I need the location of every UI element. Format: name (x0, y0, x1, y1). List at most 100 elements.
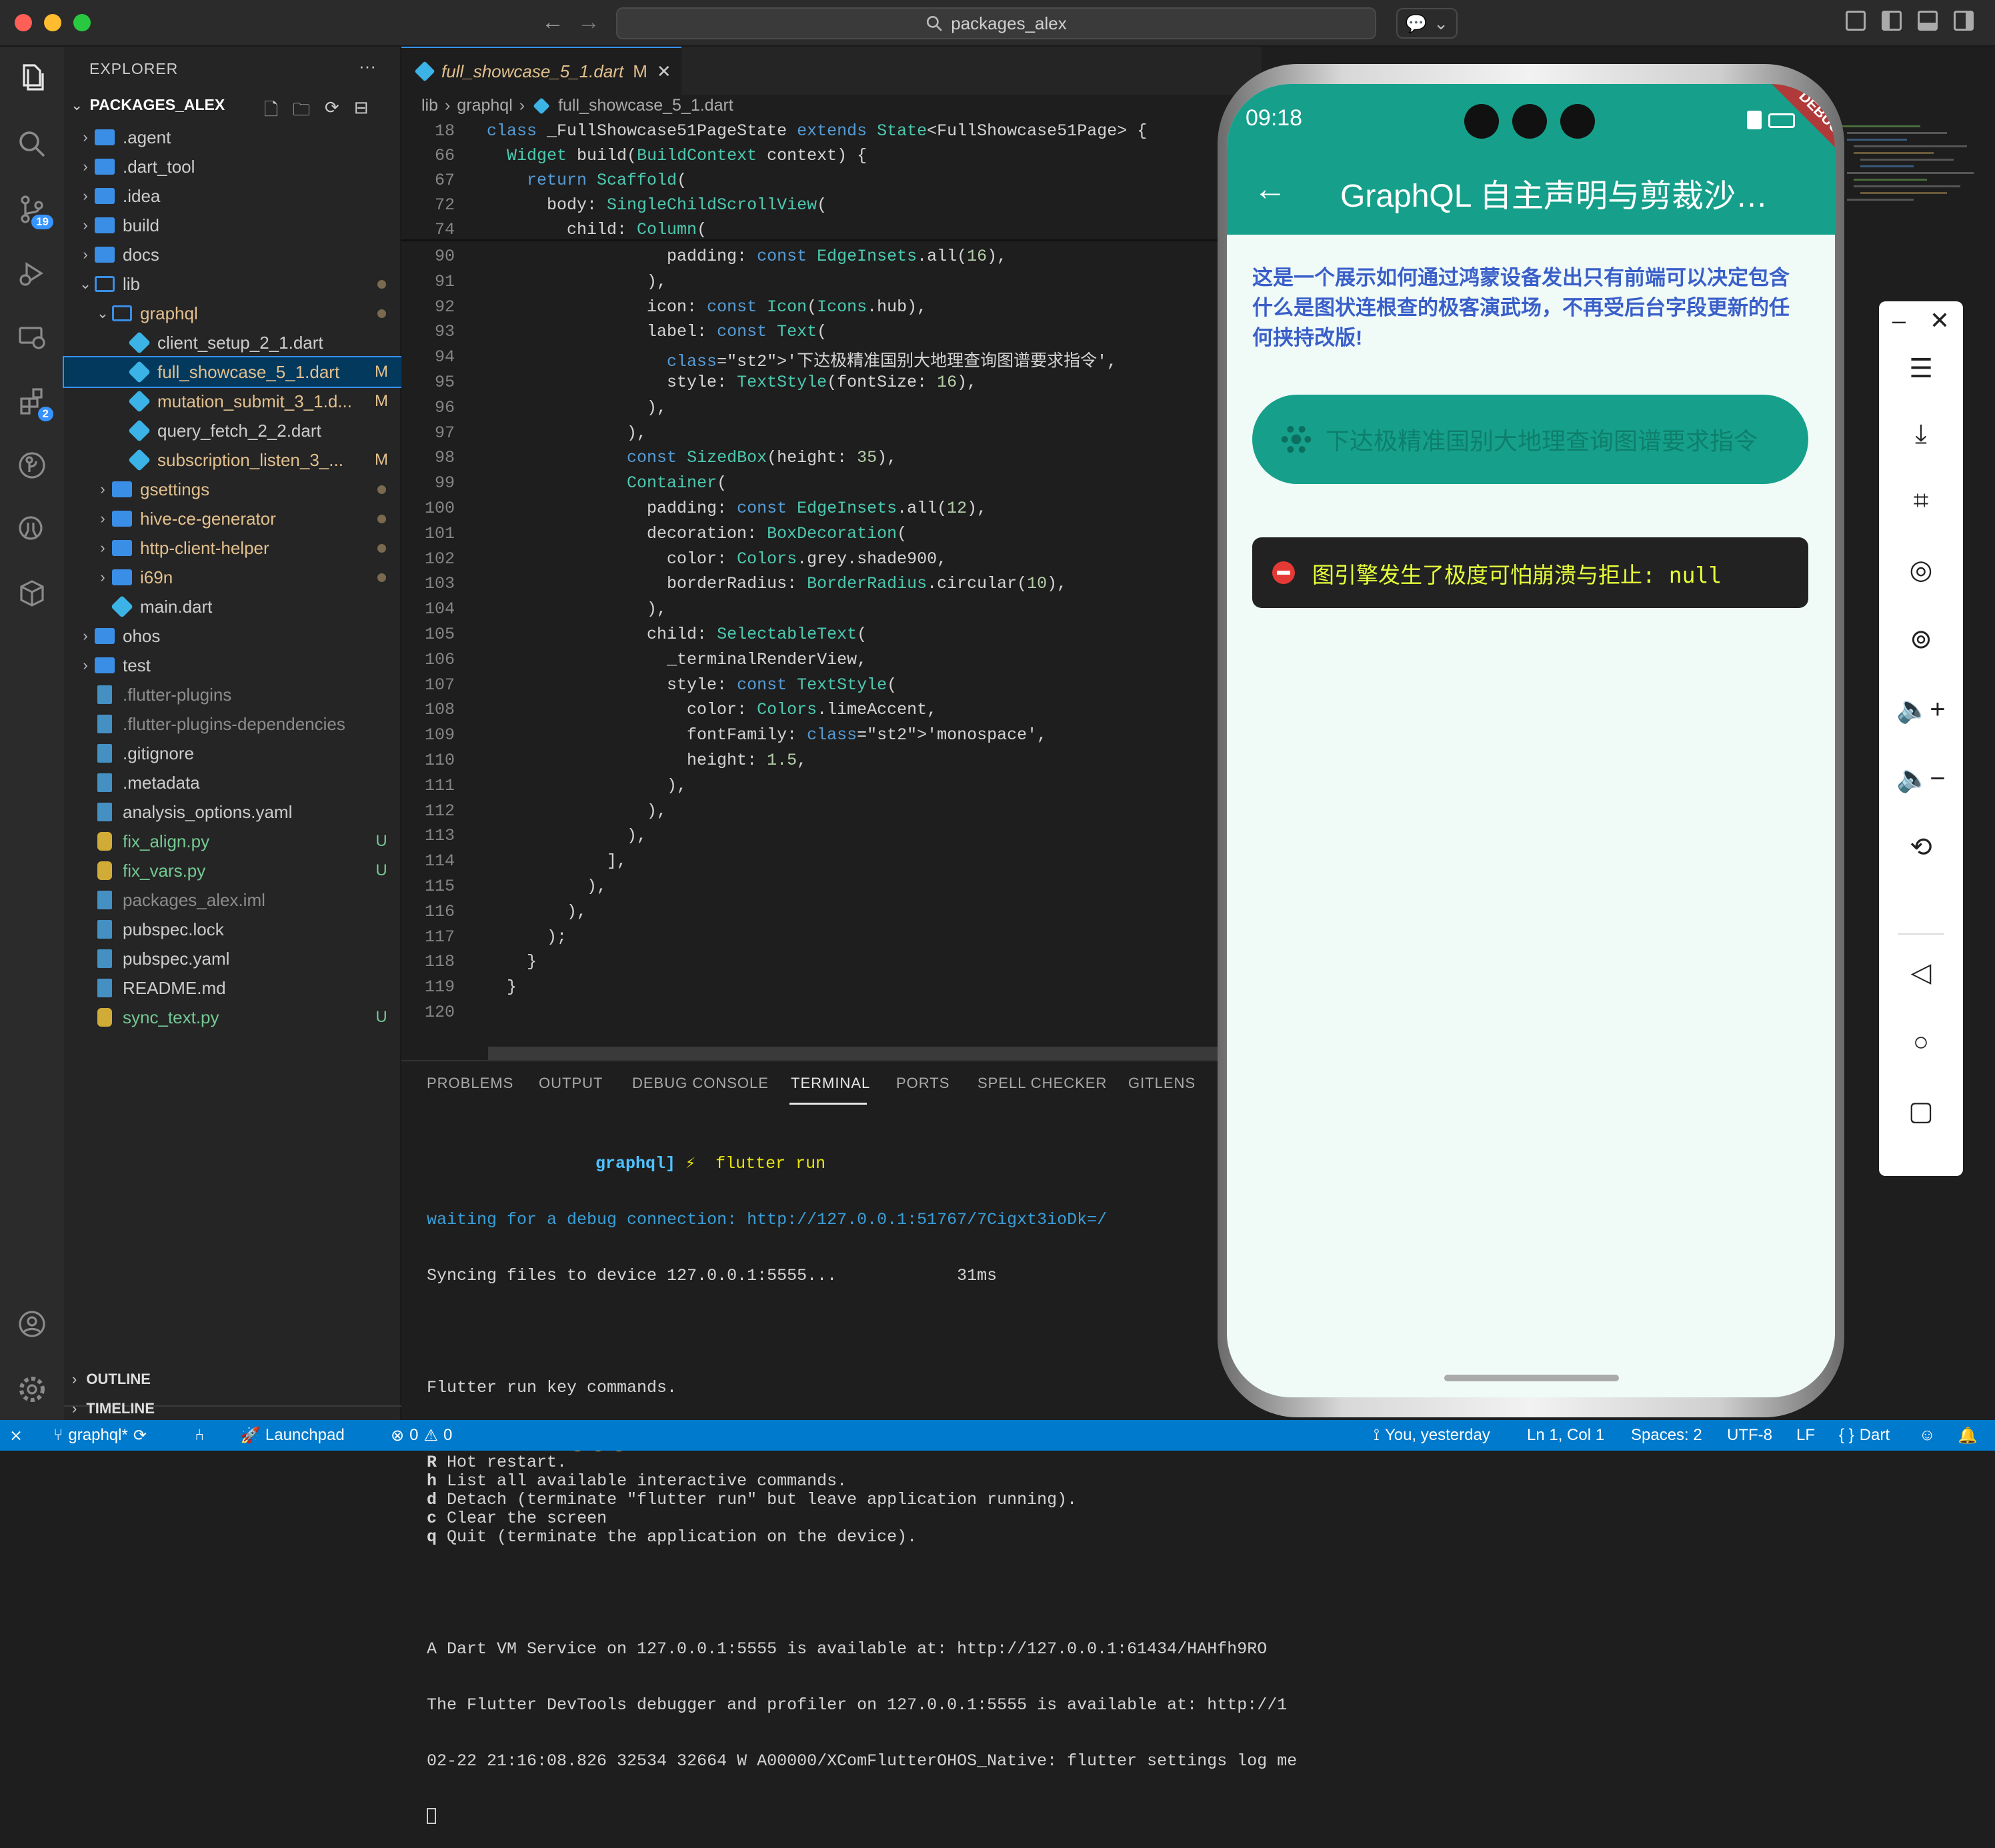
gitlens-icon[interactable] (13, 447, 51, 484)
tree-item[interactable]: packages_alex.iml (64, 885, 401, 915)
tree-item[interactable]: mutation_submit_3_1.d... M (64, 387, 401, 416)
phone-screen[interactable]: 09:18 DEBUG ← GraphQL 自主声明与剪裁沙… 这是一个展示如何… (1227, 84, 1835, 1397)
terminal-output[interactable]: graphql] ⚡ flutter run waiting for a deb… (427, 1117, 1297, 1848)
result-text[interactable]: 图引擎发生了极度可怕崩溃与拒止: null (1312, 557, 1722, 589)
source-control-icon[interactable]: 19 (13, 191, 53, 229)
back-triangle-icon[interactable]: ◁ (1879, 956, 1963, 989)
tree-item[interactable]: › test (64, 651, 401, 680)
panel-tab-output[interactable]: OUTPUT (539, 1075, 603, 1092)
panel-tab-debug-console[interactable]: DEBUG CONSOLE (632, 1075, 769, 1092)
tree-item[interactable]: sync_text.py U (64, 1003, 401, 1032)
indentation[interactable]: Spaces: 2 (1631, 1420, 1702, 1451)
code-editor[interactable]: 90 padding: const EdgeInsets.all(16), 91 … (401, 120, 1262, 1060)
more-actions-icon[interactable]: ··· (359, 56, 376, 77)
home-circle-icon[interactable]: ○ (1879, 1025, 1963, 1059)
settings-gear-icon[interactable] (13, 1371, 51, 1408)
tree-item[interactable]: .gitignore (64, 739, 401, 768)
menu-icon[interactable]: ☰ (1879, 352, 1963, 385)
tree-item[interactable]: › docs (64, 240, 401, 269)
git-blame[interactable]: ⟟ You, yesterday (1374, 1420, 1490, 1451)
line-ending[interactable]: LF (1796, 1420, 1815, 1451)
pin-off-icon[interactable]: ⤓ (1879, 417, 1963, 451)
explorer-icon[interactable] (13, 59, 51, 96)
tree-item[interactable]: › .idea (64, 181, 401, 211)
encoding[interactable]: UTF-8 (1727, 1420, 1772, 1451)
tree-item[interactable]: › .dart_tool (64, 152, 401, 181)
query-button[interactable]: 下达极精准国别大地理查询图谱要求指令 (1252, 395, 1808, 484)
branch-indicator[interactable]: ⑂ graphql* ⟳ (53, 1420, 147, 1451)
project-name[interactable]: PACKAGES_ALEX (89, 96, 225, 114)
toggle-sidebar-icon[interactable] (1882, 11, 1902, 31)
tree-item[interactable]: › hive-ce-generator (64, 504, 401, 533)
forward-arrow-icon[interactable]: → (577, 9, 600, 35)
tree-item[interactable]: › .agent (64, 123, 401, 152)
toggle-panel-icon[interactable] (1918, 11, 1938, 31)
tree-item[interactable]: › ohos (64, 621, 401, 651)
horizontal-scrollbar[interactable] (488, 1047, 1262, 1060)
notifications-icon[interactable]: 🔔 (1958, 1420, 1978, 1451)
editor-tab-active[interactable]: full_showcase_5_1.dart M ✕ (401, 47, 681, 95)
copilot-status-icon[interactable]: ☺ (1919, 1420, 1936, 1451)
back-arrow-icon[interactable]: ← (1254, 169, 1287, 208)
tree-item[interactable]: fix_vars.py U (64, 856, 401, 885)
tree-item[interactable]: ⌄ lib (64, 269, 401, 299)
testing-icon[interactable] (13, 511, 51, 548)
launchpad-button[interactable]: 🚀 Launchpad (240, 1420, 345, 1451)
tree-item[interactable]: main.dart (64, 592, 401, 621)
breadcrumb-item[interactable]: graphql (457, 96, 512, 115)
tree-item[interactable]: README.md (64, 973, 401, 1003)
minimap[interactable] (1840, 120, 1987, 280)
screen-record-icon[interactable]: ⊚ (1879, 623, 1963, 656)
timeline-section[interactable]: TIMELINE (86, 1400, 155, 1417)
breadcrumb-item[interactable]: full_showcase_5_1.dart (558, 96, 733, 115)
tree-item[interactable]: pubspec.yaml (64, 944, 401, 973)
minimize-window-button[interactable] (44, 14, 61, 31)
toggle-secondary-sidebar-icon[interactable] (1954, 11, 1974, 31)
volume-up-icon[interactable]: 🔈+ (1879, 692, 1963, 725)
search-icon[interactable] (13, 125, 51, 163)
panel-tab-problems[interactable]: PROBLEMS (427, 1075, 513, 1092)
outline-section[interactable]: OUTLINE (86, 1371, 151, 1388)
tree-item[interactable]: full_showcase_5_1.dart M (63, 356, 403, 388)
tree-item[interactable]: ⌄ graphql (64, 299, 401, 328)
remote-explorer-icon[interactable] (13, 319, 51, 356)
back-arrow-icon[interactable]: ← (541, 9, 564, 35)
home-indicator[interactable] (1444, 1375, 1619, 1381)
tree-item[interactable]: pubspec.lock (64, 915, 401, 944)
chevron-down-icon[interactable]: ⌄ (71, 97, 83, 114)
layout-icon[interactable] (1846, 11, 1866, 31)
extensions-icon[interactable]: 2 (13, 383, 53, 421)
problems-indicator[interactable]: ⊗ 0 ⚠ 0 (391, 1420, 452, 1451)
close-window-button[interactable] (15, 14, 32, 31)
close-tab-icon[interactable]: ✕ (657, 61, 671, 82)
tree-item[interactable]: .flutter-plugins (64, 680, 401, 709)
tree-item[interactable]: query_fetch_2_2.dart (64, 416, 401, 445)
run-debug-icon[interactable] (13, 255, 51, 292)
cursor-position[interactable]: Ln 1, Col 1 (1527, 1420, 1604, 1451)
tree-item[interactable]: › build (64, 211, 401, 240)
close-icon[interactable]: ✕ (1930, 307, 1950, 335)
rotate-icon[interactable]: ⟲ (1879, 831, 1963, 864)
minimize-icon[interactable]: – (1892, 307, 1906, 335)
tree-item[interactable]: analysis_options.yaml (64, 797, 401, 827)
tree-item[interactable]: .metadata (64, 768, 401, 797)
package-icon[interactable] (13, 575, 51, 612)
panel-tab-spell-checker[interactable]: SPELL CHECKER (977, 1075, 1107, 1092)
tree-item[interactable]: subscription_listen_3_... M (64, 445, 401, 475)
account-icon[interactable] (13, 1305, 51, 1343)
chevron-right-icon[interactable]: › (72, 1400, 77, 1417)
panel-tab-terminal[interactable]: TERMINAL (791, 1075, 870, 1092)
recents-square-icon[interactable]: ▢ (1879, 1095, 1963, 1128)
language-mode[interactable]: { } Dart (1839, 1420, 1890, 1451)
breadcrumb-item[interactable]: lib (421, 96, 438, 115)
crop-icon[interactable]: ⌗ (1879, 484, 1963, 517)
tree-item[interactable]: › i69n (64, 563, 401, 592)
tree-item[interactable]: › http-client-helper (64, 533, 401, 563)
tree-item[interactable]: client_setup_2_1.dart (64, 328, 401, 357)
copilot-button[interactable]: 💬 ⌄ (1396, 8, 1458, 39)
tree-item[interactable]: › gsettings (64, 475, 401, 504)
panel-tab-gitlens[interactable]: GITLENS (1128, 1075, 1196, 1092)
maximize-window-button[interactable] (73, 14, 91, 31)
chevron-right-icon[interactable]: › (72, 1371, 77, 1388)
screenshot-icon[interactable]: ◎ (1879, 553, 1963, 587)
